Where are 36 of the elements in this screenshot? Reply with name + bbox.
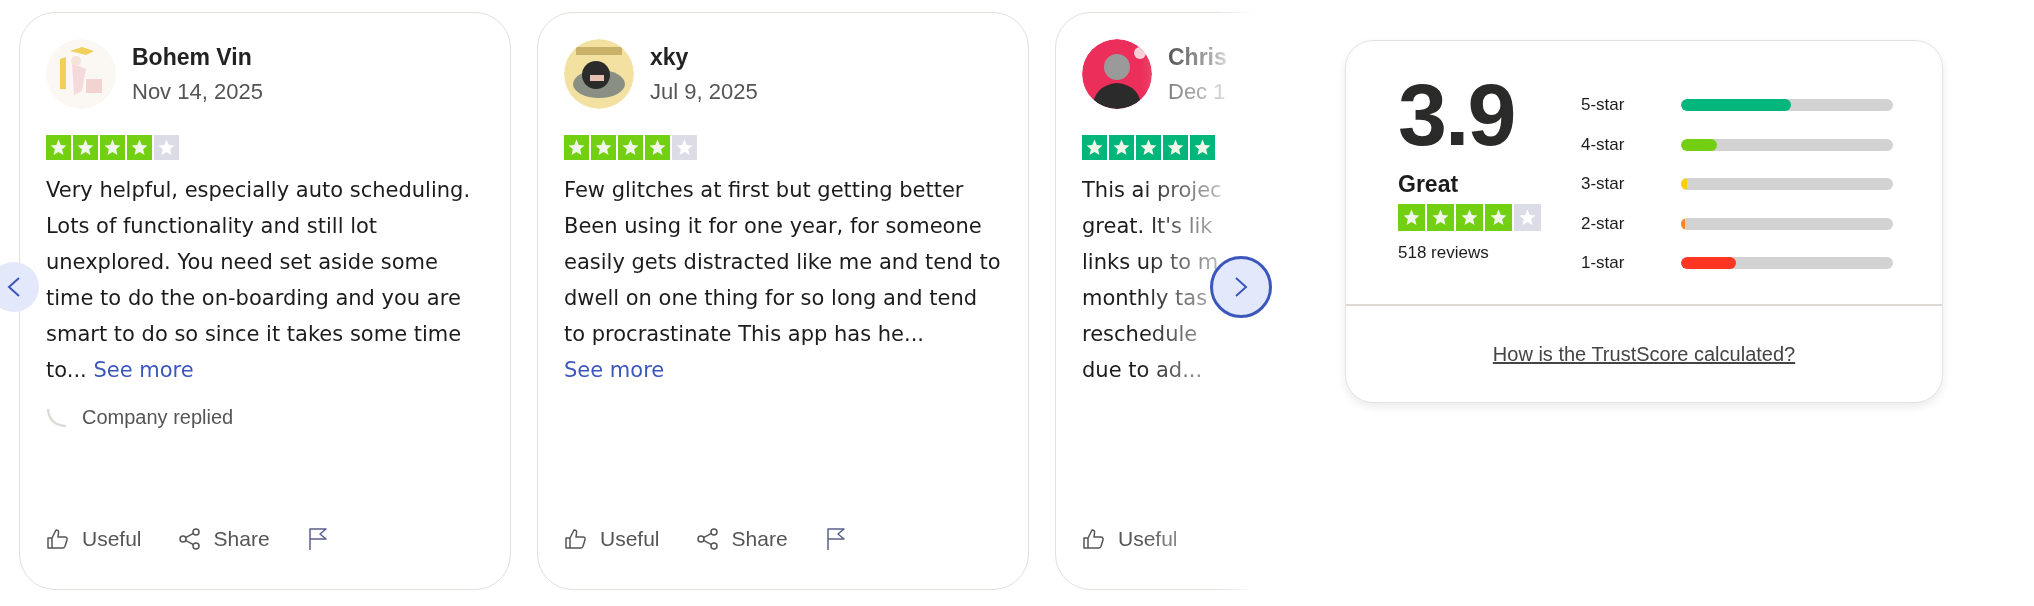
trustscore-info-link[interactable]: How is the TrustScore calculated?: [1492, 342, 1796, 366]
review-date: Jul 9, 2025: [650, 78, 758, 105]
review-text-line: This ai projec: [1082, 177, 1222, 204]
useful-button[interactable]: Useful: [1082, 527, 1178, 551]
company-replied-note: Company replied: [82, 406, 234, 429]
useful-button[interactable]: Useful: [46, 527, 142, 551]
reply-icon: [46, 406, 68, 429]
review-text: Very helpful, especially auto scheduling. Lots of functionality and still lot unexplored. You need set aside some time to do the on-boarding and you are smart to do so since it takes some time to... See more: [46, 177, 472, 384]
share-icon: [695, 527, 720, 551]
star-level-label: 5-star: [1581, 95, 1626, 115]
thumbs-up-icon: [1082, 527, 1106, 551]
star-level-label: 4-star: [1581, 134, 1626, 155]
review-text-line: great. It's lik: [1082, 213, 1213, 240]
thumbs-up-icon: [46, 527, 70, 551]
rating-label: Great: [1398, 171, 1460, 199]
see-more-link[interactable]: See more: [93, 358, 194, 382]
share-button[interactable]: Share: [695, 527, 788, 551]
star-level-label: 1-star: [1581, 253, 1626, 273]
review-count: 518 reviews: [1398, 243, 1490, 264]
review-text-line: links up to m: [1082, 249, 1219, 276]
share-button[interactable]: Share: [177, 527, 270, 551]
reviewer-name: Bohem Vin: [132, 43, 253, 71]
share-icon: [177, 527, 202, 551]
reviewer-name: Chris: [1168, 43, 1227, 71]
see-more-link[interactable]: See more: [564, 358, 665, 382]
useful-button[interactable]: Useful: [564, 527, 660, 551]
review-text-line: reschedule: [1082, 321, 1198, 348]
review-text-line: due to ad...: [1082, 357, 1203, 384]
star-level-label: 3-star: [1581, 174, 1626, 194]
review-date: Nov 14, 2025: [132, 78, 263, 105]
trust-score: 3.9: [1398, 69, 1516, 162]
thumbs-up-icon: [564, 527, 588, 551]
reviewer-name: xky: [650, 43, 690, 71]
review-text-line: monthly tas: [1082, 285, 1208, 312]
star-level-label: 2-star: [1581, 213, 1626, 234]
review-text: Few glitches at first but getting better Been using it for one year, for someone easily gets distracted like me and tend to dwell on one thing for so long and tend to procrastinate This app has he... See more: [564, 177, 1002, 384]
